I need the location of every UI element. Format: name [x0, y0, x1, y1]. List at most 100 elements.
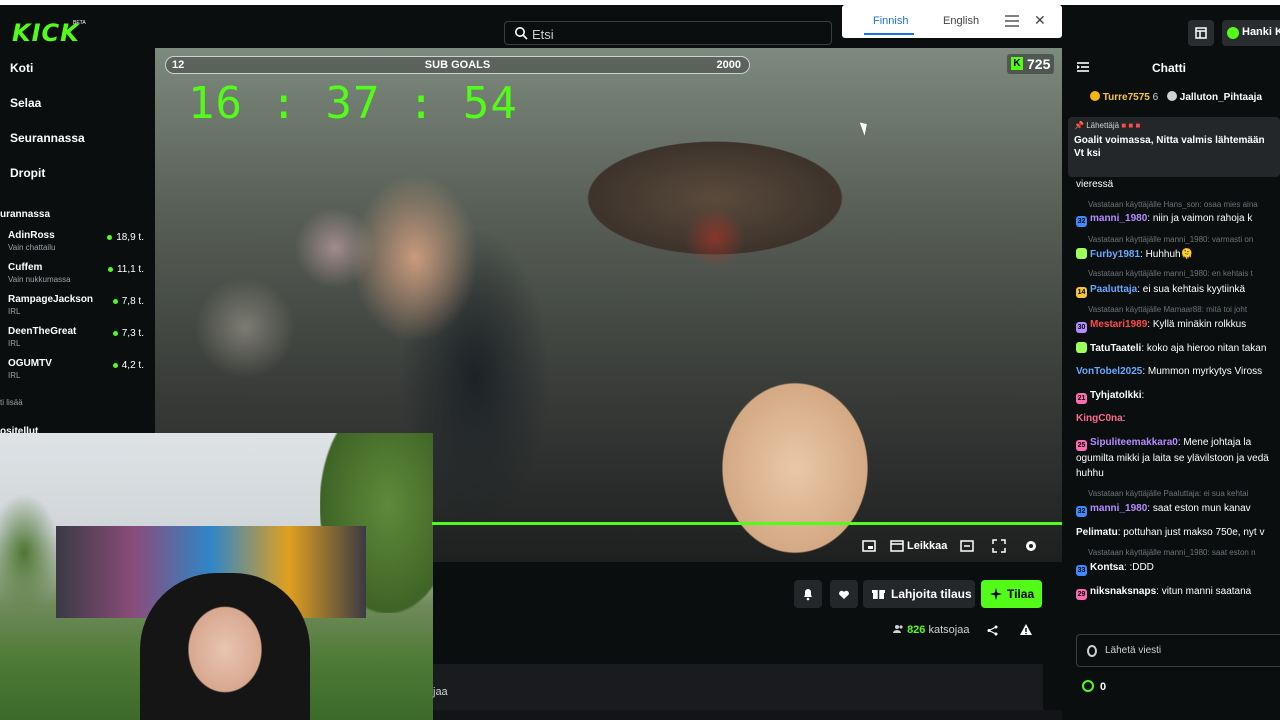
gifter-name[interactable]: Turre7575: [1103, 92, 1150, 103]
channel-item[interactable]: Cuffem Vain nukkumassa 11,1 t.: [8, 262, 148, 292]
chat-message: TatuTaateli: koko aja hieroo nitan takan: [1076, 342, 1280, 355]
channel-points[interactable]: 0: [1082, 680, 1106, 693]
sub-goal-bar: 12 SUB GOALS 2000: [165, 56, 750, 74]
chat-message: VonTobel2025: Mummon myrkytys Viross: [1076, 365, 1280, 378]
chat-username[interactable]: Paaluttaja: [1090, 284, 1137, 295]
chat-username[interactable]: niksnaksnaps: [1090, 586, 1156, 597]
fullscreen-icon[interactable]: [991, 538, 1007, 554]
notifications-button[interactable]: [794, 580, 822, 608]
streamer-face: [140, 573, 310, 720]
channel-item[interactable]: AdinRoss Vain chattailu 18,9 t.: [8, 230, 148, 260]
settings-gear-icon[interactable]: [1023, 538, 1039, 554]
chat-text: : Kyllä minäkin rolkkus: [1147, 319, 1247, 330]
about-text: jaa: [433, 686, 448, 698]
channel-category: IRL: [8, 371, 21, 380]
viewer-count: 11,1 t.: [108, 264, 144, 275]
chat-username[interactable]: VonTobel2025: [1076, 366, 1142, 377]
close-icon[interactable]: ✕: [1034, 12, 1046, 29]
streamer-webcam: [0, 433, 433, 720]
channel-item[interactable]: OGUMTV IRL 4,2 t.: [8, 358, 148, 388]
get-kick-button[interactable]: Hanki K: [1222, 20, 1280, 46]
chat-username[interactable]: Pelimatu: [1076, 527, 1118, 538]
reply-context: Vastataan käyttäjälle Mamaar88: mitä toi…: [1088, 305, 1248, 314]
miniplayer-icon[interactable]: [861, 538, 877, 554]
theater-mode-icon[interactable]: [959, 538, 975, 554]
chat-text: : Mene johtaja la: [1177, 437, 1252, 448]
viewer-count: 18,9 t.: [107, 232, 144, 243]
chat-message: 29 niksnaksnaps: vitun manni saatana: [1076, 585, 1280, 600]
chat-message: 30 Mestari1989: Kyllä minäkin rolkkus: [1076, 318, 1280, 333]
chat-message-text: huhhu: [1076, 468, 1104, 479]
chat-message-text: ogumilta mikki ja laita se ylävilstoon j…: [1076, 453, 1269, 464]
kick-logo[interactable]: KICK: [12, 19, 80, 47]
search-box[interactable]: [504, 21, 832, 45]
users-icon: [893, 625, 903, 633]
nav-home[interactable]: Koti: [10, 61, 33, 75]
lang-english-tab[interactable]: English: [943, 15, 979, 27]
show-more-link[interactable]: ti lisää: [0, 398, 23, 407]
chat-text: : pottuhan just makso 750e, nyt v: [1117, 527, 1265, 538]
chat-username[interactable]: Kontsa: [1090, 562, 1124, 573]
emoji-icon[interactable]: [1087, 645, 1097, 657]
nav-following[interactable]: Seurannassa: [10, 131, 85, 145]
reply-context: Vastataan käyttäjälle manni_1980: varmas…: [1088, 235, 1254, 244]
channel-name: OGUMTV: [8, 358, 52, 369]
sub-badge: 29: [1076, 589, 1087, 600]
chat-username[interactable]: Furby1981: [1090, 249, 1140, 260]
channel-category: IRL: [8, 339, 21, 348]
follow-button[interactable]: [830, 580, 858, 608]
nav-drops[interactable]: Dropit: [10, 166, 45, 180]
nav-browse[interactable]: Selaa: [10, 96, 41, 110]
clip-icon[interactable]: [889, 538, 905, 554]
chat-username[interactable]: Mestari1989: [1090, 319, 1147, 330]
chat-message: Pelimatu: pottuhan just makso 750e, nyt …: [1076, 526, 1280, 539]
gifter-count: 6: [1152, 92, 1159, 103]
chat-message: 14 Paaluttaja: ei sua kehtais kyytiinkä: [1076, 283, 1280, 298]
chat-text: : niin ja vaimon rahoja k: [1147, 213, 1253, 224]
viewer-label: katsojaa: [928, 624, 970, 636]
viewer-count: 7,3 t.: [113, 328, 144, 339]
chat-username[interactable]: manni_1980: [1090, 213, 1147, 224]
gift-sub-button[interactable]: Lahjoita tilaus: [863, 580, 975, 608]
sub-badge: 32: [1076, 216, 1087, 227]
heart-icon: [839, 590, 849, 599]
silver-medal-icon: [1166, 91, 1177, 101]
chat-input[interactable]: Lähetä viesti: [1076, 634, 1280, 667]
bell-icon: [804, 589, 812, 601]
chat-input-placeholder: Lähetä viesti: [1105, 645, 1162, 656]
chat-username[interactable]: KingC0na: [1076, 413, 1123, 424]
top-header: KICK BETA Hanki K: [0, 0, 1280, 48]
subscribe-button[interactable]: Tilaa: [981, 580, 1042, 608]
channel-item[interactable]: RampageJackson IRL 7,8 t.: [8, 294, 148, 324]
channel-item[interactable]: DeenTheGreat IRL 7,3 t.: [8, 326, 148, 356]
badge-icon: [1076, 248, 1087, 259]
chat-username[interactable]: Sipuliteemakkara0: [1090, 437, 1178, 448]
sparkle-icon: [990, 588, 1002, 600]
reply-context: Vastataan käyttäjälle Hans_son: osaa mie…: [1088, 200, 1258, 209]
kick-k-icon: K: [1011, 57, 1023, 70]
video-progress-bar[interactable]: [432, 522, 1062, 525]
menu-icon[interactable]: [1004, 13, 1020, 29]
goal-title: SUB GOALS: [424, 59, 491, 71]
chat-username[interactable]: TatuTaateli: [1090, 343, 1141, 354]
chat-message: 33 Kontsa: :DDD: [1076, 561, 1280, 576]
chat-text: : koko aja hieroo nitan takan: [1141, 343, 1267, 354]
chat-username[interactable]: manni_1980: [1090, 503, 1147, 514]
clip-button[interactable]: Leikkaa: [907, 540, 947, 552]
lang-finnish-tab[interactable]: Finnish: [873, 15, 908, 27]
gifter-name[interactable]: Jalluton_Pihtaaja: [1180, 92, 1262, 103]
chat-username[interactable]: Tyhjatolkki: [1090, 390, 1142, 401]
share-icon[interactable]: [987, 625, 998, 636]
pinned-message: 📌 Lähettäjä ■ ■ ■ Goalit voimassa, Nitta…: [1068, 117, 1280, 177]
search-input[interactable]: [532, 25, 822, 43]
chat-panel: Chatti Turre7575 6 Jalluton_Pihtaaja 📌 L…: [1062, 48, 1280, 720]
chat-text: : saat eston mun kanav: [1147, 503, 1251, 514]
following-heading: urannassa: [0, 209, 51, 220]
layout-icon: [1195, 27, 1207, 39]
gift-sub-label: Lahjoita tilaus: [891, 587, 972, 601]
chat-text: :: [1122, 413, 1126, 424]
layout-button[interactable]: [1188, 20, 1214, 46]
kick-count-value: 725: [1027, 56, 1051, 72]
report-warning-icon[interactable]: [1020, 624, 1032, 636]
about-section: jaa: [433, 664, 1043, 714]
